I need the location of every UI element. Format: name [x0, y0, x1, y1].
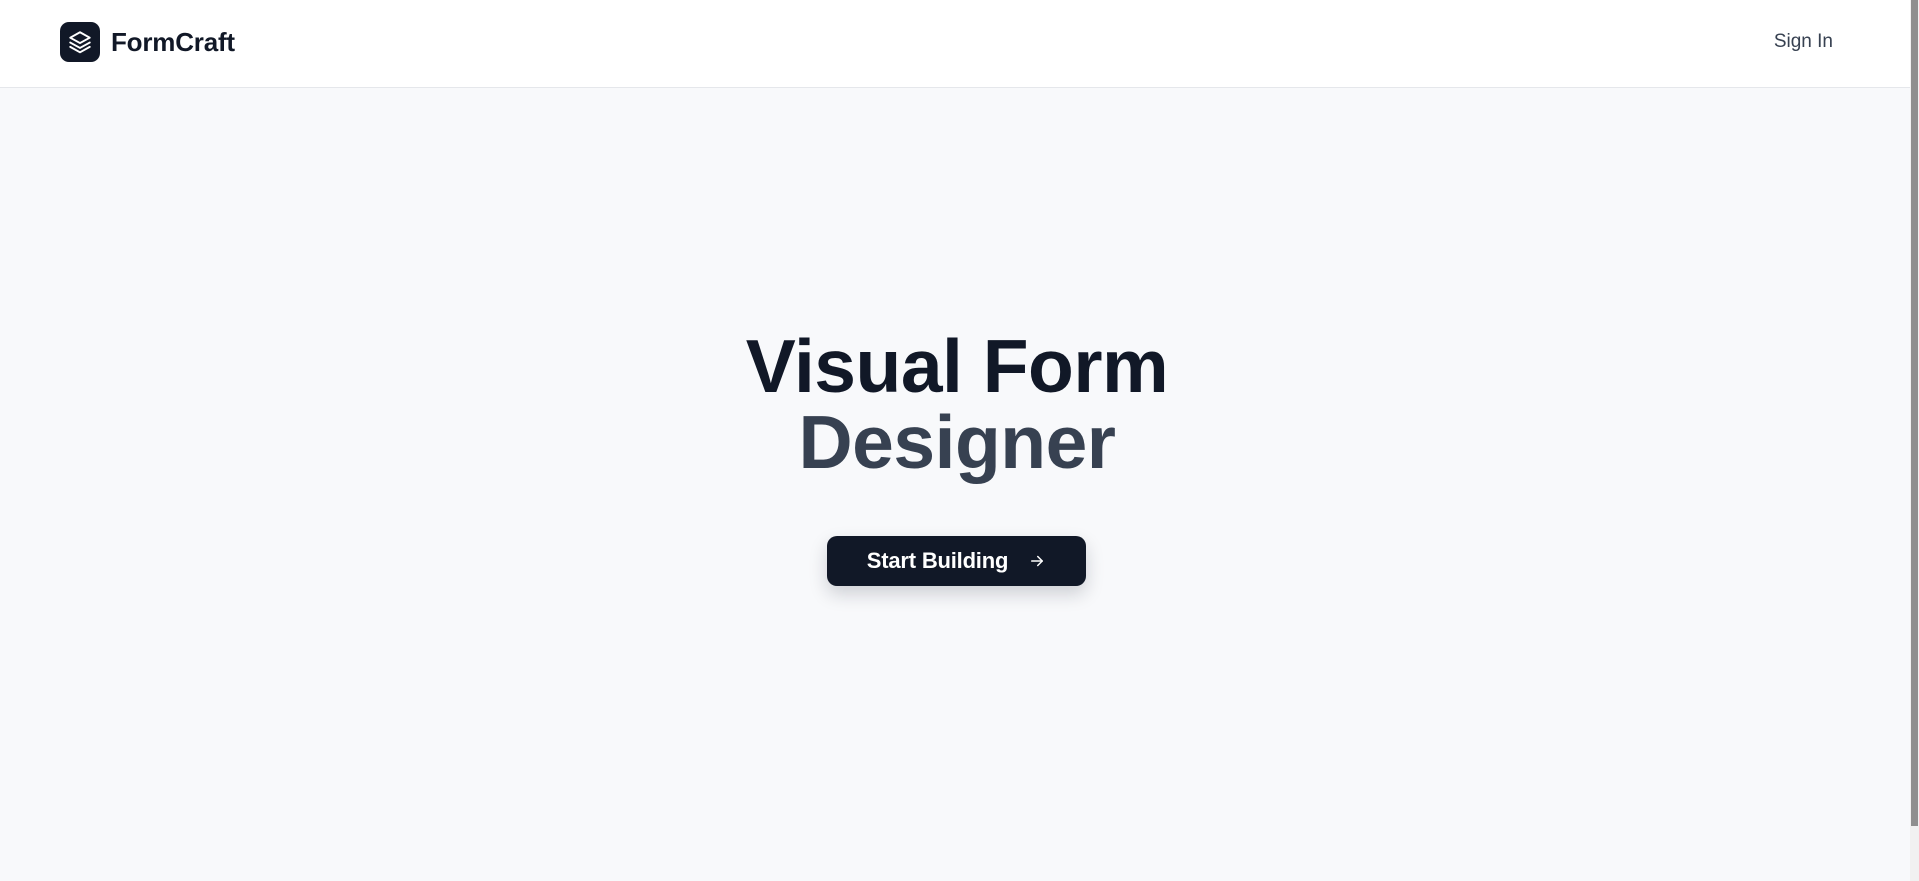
- landing-page: FormCraft Sign In Visual Form Designer S…: [0, 0, 1919, 881]
- hero-section: [0, 88, 1910, 881]
- brand-home-link[interactable]: FormCraft: [60, 22, 235, 62]
- scrollbar-thumb[interactable]: [1911, 0, 1918, 826]
- hero-title-line-1: Visual Form: [745, 324, 1169, 408]
- sign-in-link[interactable]: Sign In: [1774, 31, 1833, 53]
- start-building-button[interactable]: Start Building: [827, 536, 1086, 586]
- arrow-right-icon: [1028, 552, 1046, 570]
- page-scrollbar[interactable]: [1910, 0, 1919, 881]
- brand-name: FormCraft: [111, 26, 235, 57]
- hero-title-line-2: Designer: [798, 400, 1116, 484]
- layers-icon: [60, 22, 100, 62]
- start-building-label: Start Building: [866, 548, 1009, 573]
- top-navigation-bar: FormCraft Sign In: [0, 0, 1910, 88]
